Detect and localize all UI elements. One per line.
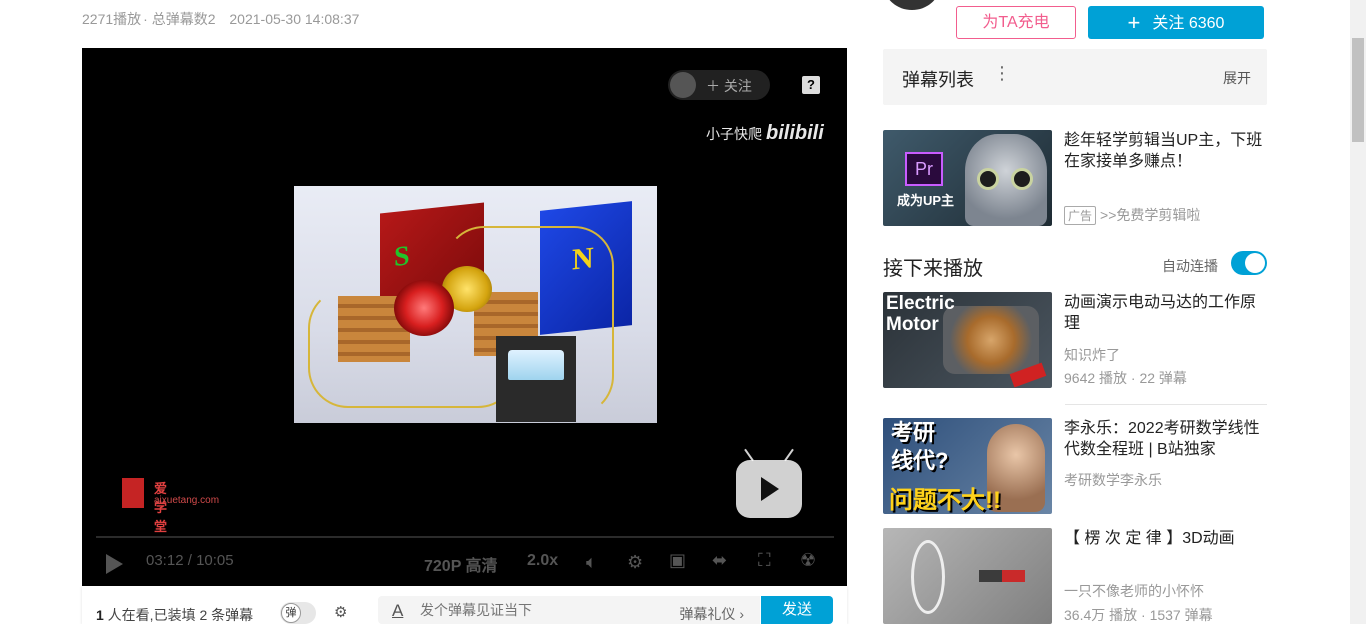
send-button[interactable]: 发送	[761, 596, 833, 624]
publish-date: 2021-05-30 14:08:37	[229, 11, 360, 27]
video-thumbnail[interactable]: Electric Motor	[883, 292, 1052, 388]
video-stats: 9642 播放 · 22 弹幕	[1064, 370, 1187, 386]
video-author[interactable]: 知识炸了	[1064, 345, 1120, 365]
video-title[interactable]: 动画演示电动马达的工作原理	[1064, 292, 1270, 334]
danmaku-bar: 1 人在看,已装填 2 条弹幕 弹 ⚙︎ A 弹幕礼仪 › 发送	[82, 586, 847, 624]
watermark: 小子快爬 bilibili	[706, 122, 824, 144]
video-thumbnail[interactable]	[883, 528, 1052, 624]
premiere-icon: Pr	[905, 152, 943, 186]
video-author[interactable]: 一只不像老师的小怀怀	[1064, 581, 1204, 601]
settings-icon[interactable]: ⚙︎	[627, 552, 643, 573]
more-icon[interactable]: ⋮	[993, 63, 1011, 84]
autoplay-label: 自动连播	[1162, 258, 1218, 274]
video-card[interactable]: 【 楞 次 定 律 】3D动画 一只不像老师的小怀怀 36.4万 播放 · 15…	[883, 528, 1267, 624]
plus-icon: +	[1127, 10, 1141, 35]
danmaku-input-box: A 弹幕礼仪 ›	[378, 596, 760, 624]
ad-card[interactable]: Pr 成为UP主 趁年轻学剪辑当UP主，下班在家接单多赚点！ 广告 >>免费学剪辑…	[883, 130, 1267, 226]
video-card[interactable]: 考研 线代? 问题不大!! 李永乐：2022考研数学线性代数全程班 | B站独家…	[883, 418, 1267, 514]
video-author[interactable]: 考研数学李永乐	[1064, 470, 1162, 490]
uploader-avatar[interactable]	[884, 0, 940, 10]
speed-button[interactable]: 2.0x	[527, 552, 558, 570]
ad-link[interactable]: >>免费学剪辑啦	[1100, 207, 1200, 223]
expand-button[interactable]: 展开	[1223, 68, 1251, 88]
danmaku-input[interactable]	[420, 602, 660, 618]
page: 2271播放 · 总弹幕数2 2021-05-30 14:08:37 S N ＋ …	[0, 0, 1366, 624]
volume-icon[interactable]: 🔈︎	[586, 552, 597, 573]
video-card[interactable]: Electric Motor 动画演示电动马达的工作原理 知识炸了 9642 播…	[883, 292, 1267, 388]
avatar	[670, 72, 696, 98]
follow-button[interactable]: + 关注 6360	[1088, 6, 1264, 39]
video-stats: 36.4万 播放 · 1537 弹幕	[1064, 607, 1213, 623]
font-style-icon[interactable]: A	[392, 601, 403, 621]
help-icon[interactable]: ?	[802, 76, 820, 94]
ad-footer: 广告 >>免费学剪辑啦	[1064, 205, 1200, 225]
ad-title[interactable]: 趁年轻学剪辑当UP主，下班在家接单多赚点！	[1064, 130, 1270, 172]
quality-button[interactable]: 720P 高清	[424, 552, 498, 576]
time-display: 03:12 / 10:05	[146, 552, 234, 569]
progress-bar[interactable]	[96, 536, 834, 538]
ad-tag: 广告	[1064, 206, 1097, 225]
aixuetang-logo: 爱学堂 aixuetang.com	[122, 478, 219, 534]
autoplay-toggle[interactable]	[1231, 251, 1267, 275]
video-title[interactable]: 李永乐：2022考研数学线性代数全程班 | B站独家	[1064, 418, 1270, 460]
danmaku-settings-icon[interactable]: ⚙︎	[334, 603, 358, 621]
video-player[interactable]: S N ＋ 关注 ? 小子快爬 bilibili 爱学堂 aixuetang.co…	[82, 48, 847, 586]
viewer-status: 1 人在看,已装填 2 条弹幕	[96, 607, 254, 623]
player-follow-button[interactable]: ＋ 关注	[668, 70, 770, 100]
play-count: 2271播放	[82, 11, 142, 27]
big-play-icon[interactable]	[736, 460, 802, 518]
next-up-title: 接下来播放	[883, 258, 983, 280]
webfullscreen-icon[interactable]: ⛶	[758, 550, 771, 571]
danmaku-toggle[interactable]: 弹	[280, 602, 316, 624]
video-meta: 2271播放 · 总弹幕数2 2021-05-30 14:08:37	[82, 9, 369, 29]
widescreen-icon[interactable]: ⬌	[712, 550, 727, 571]
video-title[interactable]: 【 楞 次 定 律 】3D动画	[1064, 528, 1270, 549]
danmaku-list-title: 弹幕列表	[902, 70, 974, 90]
etiquette-link[interactable]: 弹幕礼仪 ›	[679, 604, 744, 624]
divider	[1065, 404, 1267, 405]
scrollbar[interactable]	[1350, 0, 1366, 624]
ad-thumbnail: Pr 成为UP主	[883, 130, 1052, 226]
danmaku-total: · 总弹幕数2	[143, 11, 216, 27]
galvanometer	[496, 336, 576, 422]
fullscreen-icon[interactable]: ☢︎	[800, 550, 816, 571]
charge-button[interactable]: 为TA充电	[956, 6, 1076, 39]
pip-icon[interactable]: ▣	[669, 550, 686, 571]
player-controls: 03:12 / 10:05 720P 高清 2.0x 🔈︎ ⚙︎ ▣ ⬌ ⛶ ☢…	[82, 546, 847, 580]
video-thumbnail[interactable]: 考研 线代? 问题不大!!	[883, 418, 1052, 514]
video-frame: S N	[294, 186, 657, 423]
play-icon[interactable]	[106, 554, 123, 574]
cat-image	[965, 134, 1047, 226]
danmaku-list-panel[interactable]: 弹幕列表 ⋮ 展开	[883, 49, 1267, 105]
